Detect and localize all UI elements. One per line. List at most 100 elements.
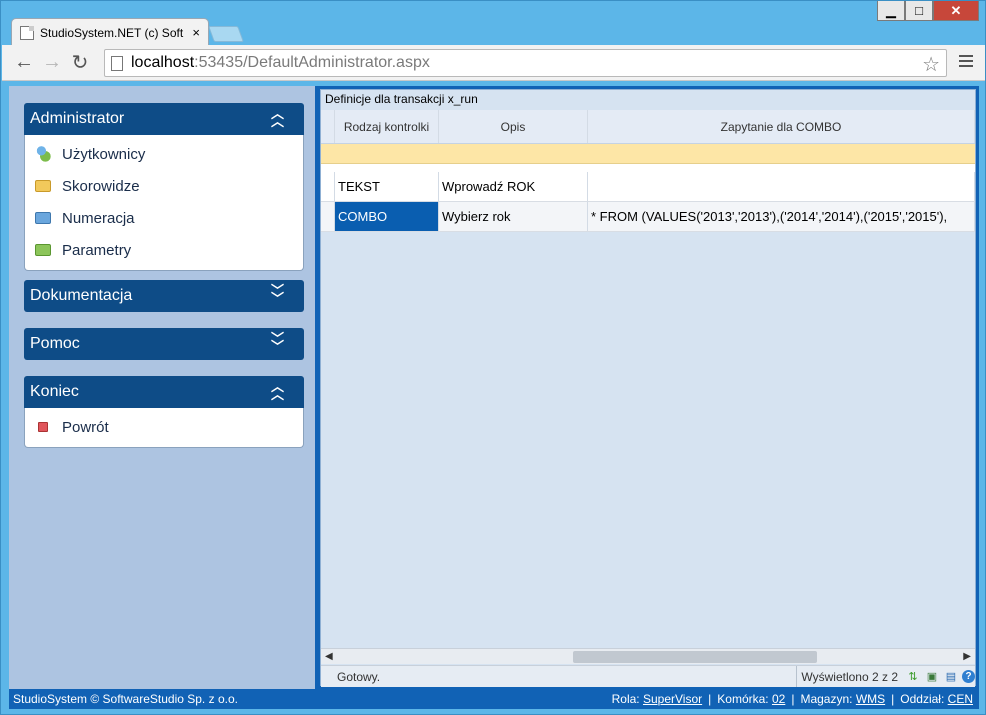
menu-item-skorowidze[interactable]: Skorowidze (25, 170, 303, 202)
panel-dokumentacja: Dokumentacja ﹀ ﹀ (24, 280, 304, 312)
grid-title: Definicje dla transakcji x_run (325, 92, 478, 106)
chevron-up-icon[interactable]: ︿ ︿ (271, 380, 284, 401)
row-indicator (321, 202, 335, 231)
record-count: Wyświetlono 2 z 2 (796, 666, 902, 687)
magazyn-label: Magazyn: (800, 692, 853, 706)
users-icon (35, 146, 51, 162)
panel-koniec: Koniec ︿ ︿ Powrót (24, 376, 304, 448)
panel-title: Koniec (30, 383, 79, 400)
menu-item-label: Parametry (62, 241, 132, 259)
print-icon[interactable]: ▤ (943, 669, 959, 685)
minimize-button[interactable]: ▁ (877, 1, 905, 21)
menu-item-uzytkownicy[interactable]: Użytkownicy (25, 138, 303, 170)
maximize-button[interactable]: □ (905, 1, 933, 21)
separator: | (791, 692, 795, 706)
folder-green-icon (35, 244, 51, 256)
tab-title: StudioSystem.NET (c) Soft (40, 25, 184, 40)
page-icon (111, 55, 123, 71)
status-text: Gotowy. (337, 669, 381, 684)
browser-window: ▁ □ ✕ StudioSystem.NET (c) Soft × ← → ↻ … (0, 0, 986, 715)
panel-title: Administrator (30, 110, 125, 127)
table-cell[interactable]: Wprowadź ROK (439, 172, 588, 201)
grid-header-row: Rodzaj kontrolki Opis Zapytanie dla COMB… (321, 110, 975, 144)
help-icon[interactable]: ? (962, 670, 975, 683)
export-icon[interactable]: ▣ (924, 669, 940, 685)
url-host: localhost (131, 54, 195, 71)
folder-yellow-icon (35, 180, 51, 192)
komorka-link[interactable]: 02 (772, 692, 785, 706)
panel-body: Użytkownicy Skorowidze Numeracja Paramet… (24, 135, 304, 271)
oddzial-label: Oddział: (900, 692, 945, 706)
row-indicator-header (321, 110, 335, 143)
table-cell[interactable]: * FROM (VALUES('2013','2013'),('2014','2… (588, 202, 975, 231)
panel-administrator: Administrator ︿ ︿ Użytkownicy Skorowidze … (24, 103, 304, 271)
row-indicator (321, 172, 335, 201)
panel-pomoc: Pomoc ﹀ ﹀ (24, 328, 304, 360)
main-content: Definicje dla transakcji x_run Rodzaj ko… (320, 89, 976, 687)
panel-header[interactable]: Koniec ︿ ︿ (24, 376, 304, 408)
column-header-rodzaj[interactable]: Rodzaj kontrolki (335, 110, 439, 143)
back-arrow-icon[interactable]: ← (10, 49, 38, 77)
browser-toolbar: ← → ↻ localhost:53435/DefaultAdministrat… (2, 45, 985, 81)
panel-header[interactable]: Pomoc ﹀ ﹀ (24, 328, 304, 360)
panel-body: Powrót (24, 408, 304, 448)
menu-item-label: Skorowidze (62, 177, 140, 195)
separator: | (708, 692, 712, 706)
menu-item-powrot[interactable]: Powrót (25, 411, 303, 443)
refresh-icon[interactable]: ⇅ (905, 669, 921, 685)
horizontal-scrollbar[interactable]: ◀ ▶ (321, 648, 975, 664)
panel-title: Dokumentacja (30, 287, 133, 304)
menu-item-label: Użytkownicy (62, 145, 146, 163)
forward-arrow-icon[interactable]: → (38, 49, 66, 77)
rola-label: Rola: (611, 692, 640, 706)
chevron-down-icon[interactable]: ﹀ ﹀ (271, 284, 284, 305)
close-window-button[interactable]: ✕ (933, 1, 979, 21)
grid-status-bar: Gotowy. Wyświetlono 2 z 2 ⇅ ▣ ▤ ? (321, 665, 975, 687)
menu-item-parametry[interactable]: Parametry (25, 234, 303, 266)
table-cell-selected[interactable]: COMBO (335, 202, 439, 231)
rola-link[interactable]: SuperVisor (643, 692, 702, 706)
menu-item-label: Numeracja (62, 209, 135, 227)
table-cell[interactable]: TEKST (335, 172, 439, 201)
panel-header[interactable]: Administrator ︿ ︿ (24, 103, 304, 135)
filter-row[interactable] (321, 144, 975, 164)
table-cell[interactable]: Wybierz rok (439, 202, 588, 231)
column-header-zapytanie[interactable]: Zapytanie dla COMBO (588, 110, 975, 143)
footer-context: Rola: SuperVisor | Komórka: 02 | Magazyn… (612, 692, 979, 706)
address-bar[interactable]: localhost:53435/DefaultAdministrator.asp… (104, 49, 947, 77)
url-path: :53435/DefaultAdministrator.aspx (194, 54, 430, 71)
reload-icon[interactable]: ↻ (66, 49, 94, 77)
browser-menu-icon[interactable] (959, 55, 973, 70)
bookmark-star-icon[interactable]: ☆ (922, 52, 940, 77)
grid-spacer (321, 164, 975, 172)
new-tab-button[interactable] (208, 26, 244, 42)
separator: | (891, 692, 895, 706)
chevron-up-icon[interactable]: ︿ ︿ (271, 107, 284, 128)
app-page: Administrator ︿ ︿ Użytkownicy Skorowidze … (9, 86, 979, 709)
tab-close-icon[interactable]: × (192, 25, 200, 40)
folder-blue-icon (35, 212, 51, 224)
scroll-left-icon[interactable]: ◀ (325, 651, 333, 662)
scrollbar-thumb[interactable] (573, 651, 817, 663)
magazyn-link[interactable]: WMS (856, 692, 885, 706)
menu-item-label: Powrót (62, 418, 109, 436)
komorka-label: Komórka: (717, 692, 769, 706)
copyright-text: StudioSystem © SoftwareStudio Sp. z o.o. (13, 692, 238, 706)
chevron-down-icon[interactable]: ﹀ ﹀ (271, 332, 284, 353)
oddzial-link[interactable]: CEN (948, 692, 973, 706)
column-header-opis[interactable]: Opis (439, 110, 588, 143)
scroll-right-icon[interactable]: ▶ (963, 651, 971, 662)
table-row[interactable]: TEKST Wprowadź ROK (321, 172, 975, 202)
window-controls: ▁ □ ✕ (877, 1, 979, 21)
sidebar: Administrator ︿ ︿ Użytkownicy Skorowidze … (9, 86, 315, 689)
page-favicon-icon (20, 25, 34, 40)
stop-icon (38, 422, 48, 432)
panel-header[interactable]: Dokumentacja ﹀ ﹀ (24, 280, 304, 312)
data-grid: Rodzaj kontrolki Opis Zapytanie dla COMB… (321, 110, 975, 232)
menu-item-numeracja[interactable]: Numeracja (25, 202, 303, 234)
table-row-selected[interactable]: COMBO Wybierz rok * FROM (VALUES('2013',… (321, 202, 975, 232)
table-cell[interactable] (588, 172, 975, 201)
browser-tab[interactable]: StudioSystem.NET (c) Soft × (11, 18, 209, 46)
status-footer: StudioSystem © SoftwareStudio Sp. z o.o.… (9, 689, 979, 709)
panel-title: Pomoc (30, 335, 80, 352)
